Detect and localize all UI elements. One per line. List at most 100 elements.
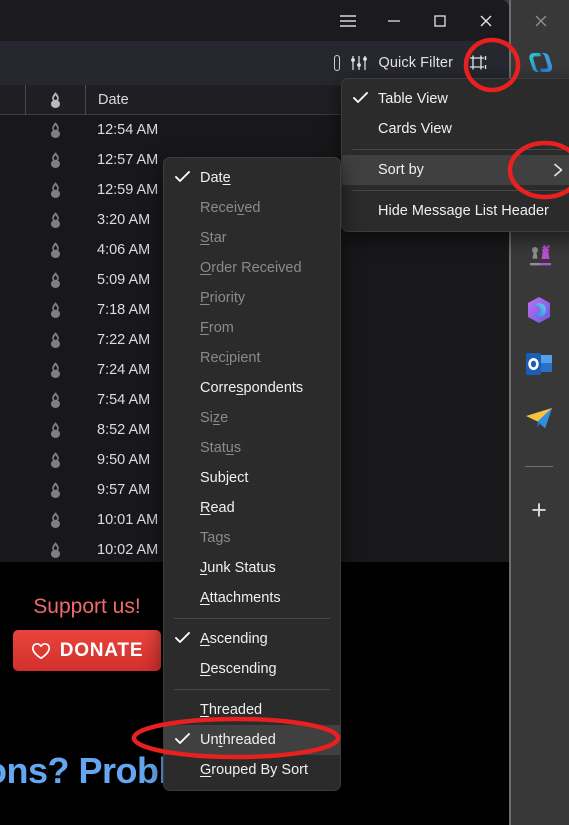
telegram-icon[interactable] bbox=[524, 405, 554, 435]
row-date: 12:54 AM bbox=[97, 122, 159, 138]
menu-item-label: Ascending bbox=[200, 631, 268, 647]
background-window-close-button[interactable] bbox=[528, 8, 554, 34]
menu-item-label: Table View bbox=[378, 91, 448, 107]
menu-item-label: Order Received bbox=[200, 260, 302, 276]
column-header-date[interactable]: Date bbox=[85, 84, 129, 115]
menu-item-unthreaded[interactable]: Unthreaded bbox=[164, 725, 340, 755]
row-spam-icon bbox=[25, 541, 85, 559]
spam-flame-icon bbox=[50, 212, 60, 228]
pill-icon bbox=[334, 55, 341, 71]
menu-separator bbox=[174, 689, 330, 690]
menu-item-label: Star bbox=[200, 230, 227, 246]
spam-flame-icon bbox=[50, 362, 60, 378]
menu-item-tags[interactable]: Tags bbox=[164, 523, 340, 553]
row-date: 8:52 AM bbox=[97, 422, 151, 438]
menu-item-correspondents[interactable]: Correspondents bbox=[164, 373, 340, 403]
add-app-button[interactable]: + bbox=[524, 496, 554, 526]
row-spam-icon bbox=[25, 451, 85, 469]
menu-item-star[interactable]: Star bbox=[164, 223, 340, 253]
row-date: 4:06 AM bbox=[97, 242, 151, 258]
spam-flame-icon bbox=[50, 452, 60, 468]
row-spam-icon bbox=[25, 241, 85, 259]
menu-item-order-received[interactable]: Order Received bbox=[164, 253, 340, 283]
menu-item-grouped-by-sort[interactable]: Grouped By Sort bbox=[164, 755, 340, 785]
app-menu-button[interactable] bbox=[325, 0, 371, 41]
spam-flame-icon bbox=[50, 302, 60, 318]
chess-app-icon[interactable] bbox=[524, 240, 554, 270]
menu-item-sort-by[interactable]: Sort by bbox=[342, 155, 569, 185]
close-button[interactable] bbox=[463, 0, 509, 41]
support-title: Support us! bbox=[33, 595, 141, 618]
row-spam-icon bbox=[25, 181, 85, 199]
menu-separator bbox=[352, 190, 569, 191]
menu-item-label: Hide Message List Header bbox=[378, 203, 549, 219]
menu-item-descending[interactable]: Descending bbox=[164, 654, 340, 684]
checkmark-icon bbox=[164, 732, 200, 748]
menu-item-junk-status[interactable]: Junk Status bbox=[164, 553, 340, 583]
menu-item-label: Received bbox=[200, 200, 261, 216]
maximize-button[interactable] bbox=[417, 0, 463, 41]
copilot-icon[interactable] bbox=[527, 50, 555, 76]
row-spam-icon bbox=[25, 211, 85, 229]
spam-flame-icon bbox=[50, 332, 60, 348]
view-options-menu[interactable]: Table View Cards View Sort by Hide Message … bbox=[341, 78, 569, 232]
donate-button[interactable]: DONATE bbox=[13, 630, 161, 671]
row-spam-icon bbox=[25, 481, 85, 499]
spam-flame-icon bbox=[50, 542, 60, 558]
menu-item-label: Sort by bbox=[378, 162, 424, 178]
menu-item-label: Unthreaded bbox=[200, 732, 276, 748]
window-titlebar bbox=[0, 0, 509, 41]
spam-flame-icon bbox=[50, 482, 60, 498]
minimize-button[interactable] bbox=[371, 0, 417, 41]
menu-item-recipient[interactable]: Recipient bbox=[164, 343, 340, 373]
row-date: 10:02 AM bbox=[97, 542, 159, 558]
menu-item-read[interactable]: Read bbox=[164, 493, 340, 523]
outlook-icon[interactable] bbox=[524, 350, 554, 380]
menu-item-label: Grouped By Sort bbox=[200, 762, 309, 778]
row-spam-icon bbox=[25, 331, 85, 349]
menu-item-priority[interactable]: Priority bbox=[164, 283, 340, 313]
spam-flame-icon bbox=[50, 182, 60, 198]
menu-item-table-view[interactable]: Table View bbox=[342, 84, 569, 114]
row-date: 12:57 AM bbox=[97, 152, 159, 168]
menu-item-from[interactable]: From bbox=[164, 313, 340, 343]
row-date: 3:20 AM bbox=[97, 212, 151, 228]
row-spam-icon bbox=[25, 151, 85, 169]
spam-flame-icon bbox=[50, 422, 60, 438]
menu-item-ascending[interactable]: Ascending bbox=[164, 624, 340, 654]
row-date: 9:57 AM bbox=[97, 482, 151, 498]
menu-item-label: Tags bbox=[200, 530, 231, 546]
menu-item-label: Priority bbox=[200, 290, 246, 306]
menu-item-attachments[interactable]: Attachments bbox=[164, 583, 340, 613]
menu-item-label: From bbox=[200, 320, 234, 336]
column-header-spam[interactable] bbox=[25, 84, 85, 115]
menu-item-label: Read bbox=[200, 500, 235, 516]
checkmark-icon bbox=[164, 631, 200, 647]
menu-item-date[interactable]: Date bbox=[164, 163, 340, 193]
menu-item-size[interactable]: Size bbox=[164, 403, 340, 433]
spam-flame-icon bbox=[50, 512, 60, 528]
menu-item-label: Descending bbox=[200, 661, 277, 677]
menu-item-threaded[interactable]: Threaded bbox=[164, 695, 340, 725]
menu-item-label: Subject bbox=[200, 470, 249, 486]
menu-separator bbox=[352, 149, 569, 150]
row-date: 10:01 AM bbox=[97, 512, 159, 528]
menu-item-hide-message-list-header[interactable]: Hide Message List Header bbox=[342, 196, 569, 226]
menu-item-label: Threaded bbox=[200, 702, 263, 718]
chevron-right-icon bbox=[553, 155, 564, 185]
menu-item-subject[interactable]: Subject bbox=[164, 463, 340, 493]
menu-item-status[interactable]: Status bbox=[164, 433, 340, 463]
sort-by-submenu[interactable]: Date Received Star Order Received Priority Fr… bbox=[163, 157, 341, 791]
sliders-icon bbox=[346, 50, 372, 76]
checkmark-icon bbox=[342, 91, 378, 107]
microsoft-365-icon[interactable] bbox=[524, 295, 554, 325]
menu-item-received[interactable]: Received bbox=[164, 193, 340, 223]
menu-item-label: Date bbox=[200, 170, 231, 186]
message-list-display-options-icon[interactable] bbox=[465, 50, 491, 76]
menu-item-cards-view[interactable]: Cards View bbox=[342, 114, 569, 144]
quick-filter-bar[interactable]: Quick Filter bbox=[334, 50, 453, 76]
row-date: 7:18 AM bbox=[97, 302, 151, 318]
heart-icon bbox=[31, 642, 50, 659]
spam-flame-icon bbox=[50, 392, 60, 408]
menu-item-label: Junk Status bbox=[200, 560, 276, 576]
